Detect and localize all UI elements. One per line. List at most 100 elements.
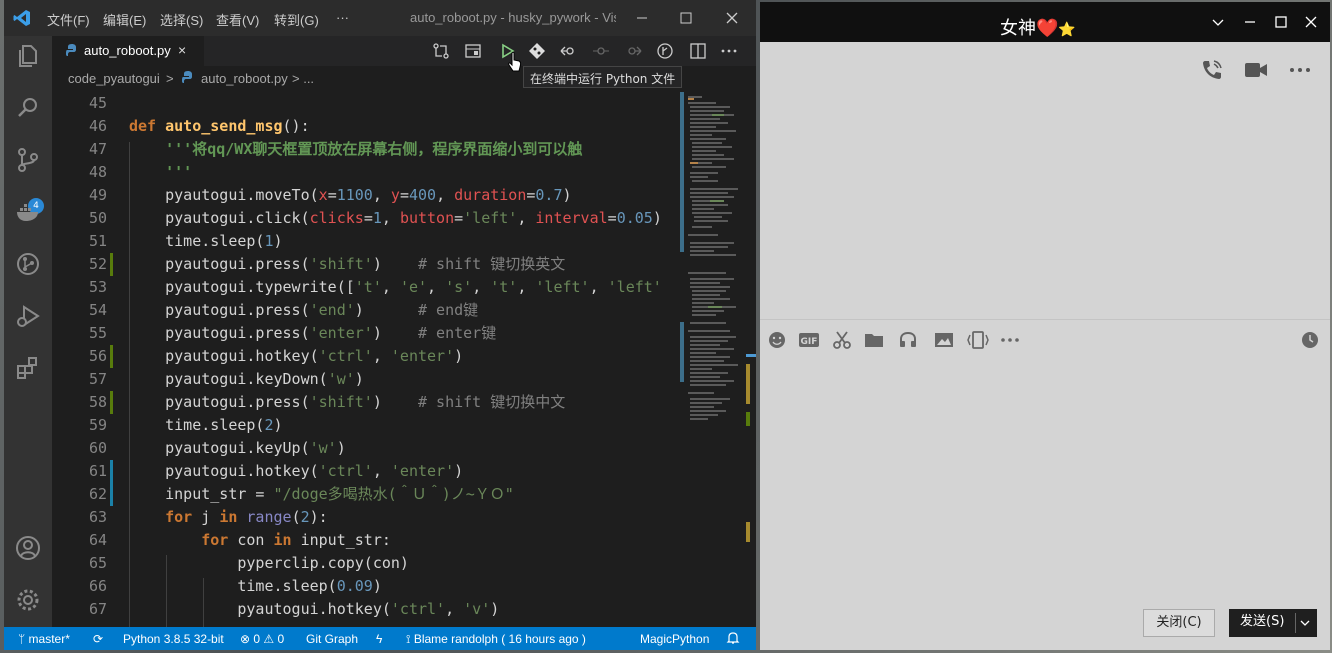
code-line[interactable]: 50 pyautogui.click(clicks=1, button='lef…: [52, 207, 678, 230]
voice-call-icon[interactable]: [1200, 58, 1224, 82]
tab-close-icon[interactable]: ×: [178, 42, 186, 58]
code-text: pyautogui.press('end') # end键: [129, 301, 479, 319]
code-line[interactable]: 62 input_str = "/doge多喝热水(＾Ｕ＾)ノ~ＹＯ": [52, 483, 678, 506]
menu-more[interactable]: ···: [336, 10, 349, 25]
code-line[interactable]: 58 pyautogui.press('shift') # shift 键切换中…: [52, 391, 678, 414]
code-line[interactable]: 53 pyautogui.typewrite(['t', 'e', 's', '…: [52, 276, 678, 299]
code-text: pyautogui.typewrite(['t', 'e', 's', 't',…: [129, 278, 662, 296]
search-icon[interactable]: [14, 94, 42, 122]
commit-icon[interactable]: [592, 42, 610, 60]
code-line[interactable]: 64 for con in input_str:: [52, 529, 678, 552]
code-line[interactable]: 61 pyautogui.hotkey('ctrl', 'enter'): [52, 460, 678, 483]
lightning-icon[interactable]: ϟ: [376, 632, 382, 646]
file-history-icon[interactable]: [656, 42, 674, 60]
minimize-icon[interactable]: [1242, 14, 1258, 30]
close-icon[interactable]: [1303, 14, 1319, 30]
menu-view[interactable]: 查看(V): [216, 10, 259, 29]
line-number: 46: [88, 117, 107, 135]
code-text: pyautogui.keyDown('w'): [129, 370, 364, 388]
status-problems[interactable]: ⊗ 0 ⚠ 0: [240, 632, 284, 646]
line-number: 55: [88, 324, 107, 342]
line-number: 54: [88, 301, 107, 319]
close-button[interactable]: 关闭(C): [1143, 609, 1215, 637]
code-line[interactable]: 46 def auto_send_msg():: [52, 115, 678, 138]
menu-file[interactable]: 文件(F): [47, 10, 90, 29]
editor-scrollbar[interactable]: [746, 92, 756, 627]
code-line[interactable]: 63 for j in range(2):: [52, 506, 678, 529]
previous-revision-icon[interactable]: [560, 42, 578, 60]
code-line[interactable]: 67 pyautogui.hotkey('ctrl', 'v'): [52, 598, 678, 621]
status-branch[interactable]: ᛘ master*: [18, 632, 70, 646]
video-call-icon[interactable]: [1244, 58, 1268, 82]
git-graph-icon[interactable]: [14, 250, 42, 278]
chat-window: 女神❤️⭐ GIF 关闭(C) 发送(S): [760, 2, 1330, 650]
open-preview-icon[interactable]: [464, 42, 482, 60]
compare-changes-icon[interactable]: [432, 42, 450, 60]
code-text: def auto_send_msg():: [129, 117, 310, 135]
breadcrumb-tail[interactable]: > ...: [292, 71, 314, 86]
code-line[interactable]: 57 pyautogui.keyDown('w'): [52, 368, 678, 391]
minimize-icon[interactable]: [632, 8, 652, 28]
breadcrumb-file[interactable]: auto_roboot.py: [201, 71, 288, 86]
minimap[interactable]: [680, 92, 746, 627]
code-editor[interactable]: 45 46 def auto_send_msg(): 47 '''将qq/WX聊天框置…: [52, 92, 678, 627]
breadcrumb-folder[interactable]: code_pyautogui: [68, 71, 160, 86]
scroll-change-marker: [746, 364, 750, 404]
tab-auto-roboot[interactable]: auto_roboot.py ×: [52, 36, 204, 66]
chevron-down-icon[interactable]: [1210, 14, 1226, 30]
code-line[interactable]: 54 pyautogui.press('end') # end键: [52, 299, 678, 322]
python-file-icon: [66, 44, 76, 56]
docker-icon[interactable]: [14, 198, 42, 226]
explorer-icon[interactable]: [14, 42, 42, 70]
next-revision-icon[interactable]: [624, 42, 642, 60]
more-actions-icon[interactable]: [720, 42, 738, 60]
sync-icon[interactable]: ⟳: [93, 632, 103, 646]
chat-title: 女神❤️⭐: [1000, 14, 1076, 40]
status-git-graph[interactable]: Git Graph: [306, 632, 358, 646]
line-number: 63: [88, 508, 107, 526]
git-diamond-icon[interactable]: [528, 42, 546, 60]
send-button[interactable]: 发送(S): [1229, 609, 1317, 637]
menu-edit[interactable]: 编辑(E): [103, 10, 146, 29]
git-change-marker: [110, 483, 113, 506]
code-line[interactable]: 56 pyautogui.hotkey('ctrl', 'enter'): [52, 345, 678, 368]
code-line[interactable]: 59 time.sleep(2): [52, 414, 678, 437]
code-text: pyautogui.keyUp('w'): [129, 439, 346, 457]
notifications-bell-icon[interactable]: [726, 631, 740, 645]
code-text: pyautogui.hotkey('ctrl', 'enter'): [129, 347, 464, 365]
code-line[interactable]: 60 pyautogui.keyUp('w'): [52, 437, 678, 460]
status-blame[interactable]: ⟟ Blame randolph ( 16 hours ago ): [406, 632, 586, 647]
code-line[interactable]: 65 pyperclip.copy(con): [52, 552, 678, 575]
line-number: 49: [88, 186, 107, 204]
code-line[interactable]: 51 time.sleep(1): [52, 230, 678, 253]
maximize-icon[interactable]: [676, 8, 696, 28]
line-number: 59: [88, 416, 107, 434]
code-line[interactable]: 55 pyautogui.press('enter') # enter键: [52, 322, 678, 345]
code-line[interactable]: 48 ''': [52, 161, 678, 184]
more-options-icon[interactable]: [1288, 58, 1312, 82]
status-language-mode[interactable]: MagicPython: [640, 632, 709, 646]
code-text: pyautogui.press('enter') # enter键: [129, 324, 497, 342]
code-line[interactable]: 47 '''将qq/WX聊天框置顶放在屏幕右侧，程序界面缩小到可以触: [52, 138, 678, 161]
status-python-interpreter[interactable]: Python 3.8.5 32-bit: [123, 632, 224, 646]
run-debug-icon[interactable]: [14, 302, 42, 330]
maximize-icon[interactable]: [1273, 14, 1289, 30]
code-line[interactable]: 52 pyautogui.press('shift') # shift 键切换英…: [52, 253, 678, 276]
send-options-chevron-icon[interactable]: [1299, 618, 1311, 628]
tab-label: auto_roboot.py: [84, 43, 171, 58]
code-line[interactable]: 45: [52, 92, 678, 115]
source-control-icon[interactable]: [14, 146, 42, 174]
menu-go[interactable]: 转到(G): [274, 10, 319, 29]
extensions-icon[interactable]: [14, 354, 42, 382]
split-editor-icon[interactable]: [689, 42, 707, 60]
code-line[interactable]: 66 time.sleep(0.09): [52, 575, 678, 598]
line-number: 66: [88, 577, 107, 595]
chat-header: 女神❤️⭐: [760, 2, 1330, 42]
close-icon[interactable]: [722, 8, 742, 28]
menu-selection[interactable]: 选择(S): [160, 10, 203, 29]
message-input-area[interactable]: [760, 332, 1330, 602]
code-line[interactable]: 49 pyautogui.moveTo(x=1100, y=400, durat…: [52, 184, 678, 207]
settings-gear-icon[interactable]: [14, 586, 42, 614]
git-change-marker: [110, 460, 113, 483]
account-icon[interactable]: [14, 534, 42, 562]
